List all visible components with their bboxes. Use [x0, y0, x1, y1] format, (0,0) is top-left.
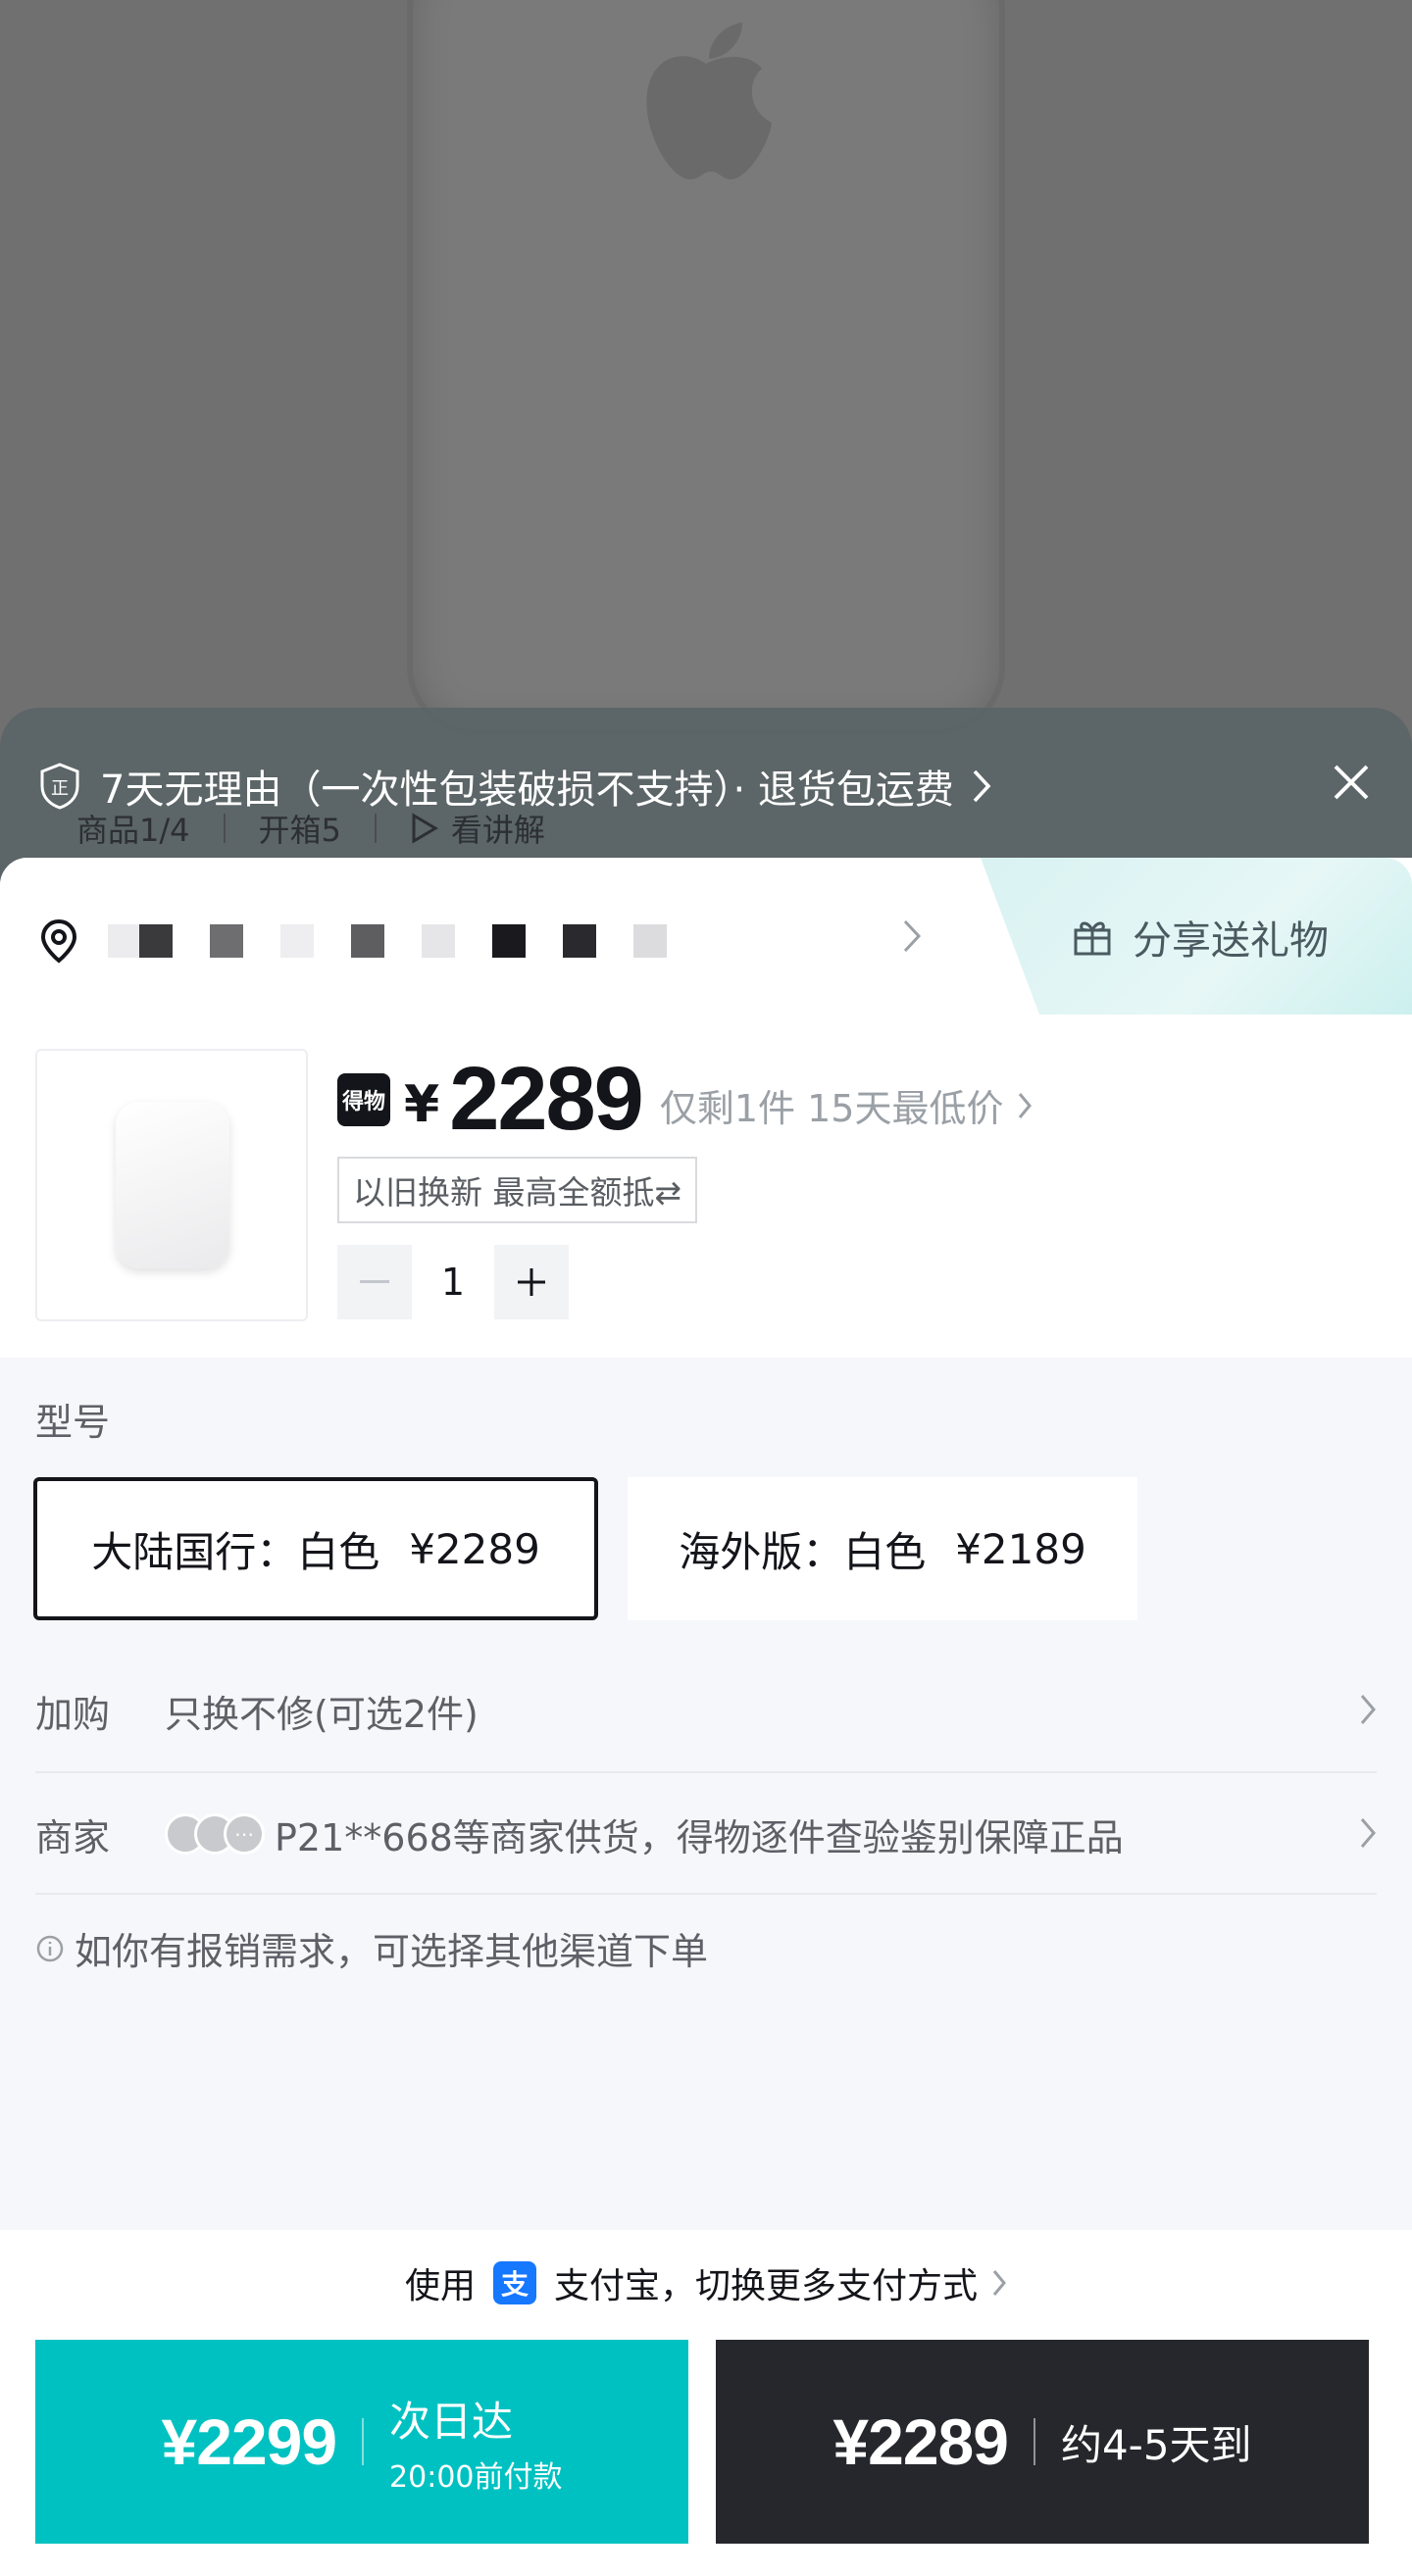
tab-unboxing[interactable]: 开箱5: [259, 806, 341, 851]
alipay-icon: 支: [493, 2261, 536, 2304]
next-day-buy-button[interactable]: ¥2299 次日达 20:00前付款: [35, 2340, 688, 2544]
fast-price: ¥2299: [161, 2405, 338, 2478]
chevron-right-icon: [992, 2270, 1006, 2296]
divider: [374, 814, 377, 843]
more-avatar: ⋯: [224, 1813, 265, 1855]
invoice-notice: 如你有报销需求，可选择其他渠道下单: [35, 1921, 708, 1975]
currency-symbol: ¥: [404, 1075, 440, 1134]
divider: [35, 1893, 1377, 1895]
svg-text:正: 正: [51, 778, 69, 799]
price-note-text: 仅剩1件 15天最低价: [659, 1087, 1004, 1130]
addon-value: 只换不修(可选2件): [165, 1692, 479, 1736]
media-tabs: 商品1/4 开箱5 看讲解: [76, 806, 579, 851]
fast-sub: 20:00前付款: [389, 2459, 563, 2495]
variant-option-mainland[interactable]: 大陆国行：白色 ¥2289: [33, 1477, 598, 1620]
merchant-value: P21**668等商家供货，得物逐件查验鉴别保障正品: [275, 1815, 1124, 1859]
tab-product[interactable]: 商品1/4: [76, 806, 190, 851]
addon-key: 加购: [35, 1692, 111, 1736]
plus-icon: [518, 1268, 545, 1296]
variant-price: ¥2189: [955, 1524, 1086, 1573]
chevron-right-icon: [1360, 1818, 1376, 1848]
variant-option-overseas[interactable]: 海外版：白色 ¥2189: [628, 1477, 1137, 1620]
divider: [223, 814, 226, 843]
lowest-price-link[interactable]: 仅剩1件 15天最低价: [660, 1078, 1034, 1132]
merchant-avatars: ⋯: [165, 1813, 265, 1855]
chevron-right-icon[interactable]: [902, 918, 922, 954]
fast-label: 次日达: [389, 2397, 514, 2446]
gift-icon: [1074, 921, 1111, 956]
standard-label: 约4-5天到: [1060, 2420, 1252, 2469]
divider: [1033, 2418, 1035, 2465]
dewu-badge: 得物: [337, 1073, 390, 1126]
checkout-footer: 使用 支 支付宝，切换更多支付方式 ¥2299 次日达 20:00前付款 ¥22…: [0, 2230, 1412, 2576]
play-icon: [412, 813, 438, 844]
shield-icon: 正: [40, 763, 79, 810]
price-row: 得物 ¥ 2289 仅剩1件 15天最低价: [337, 1054, 1033, 1144]
merchant-row[interactable]: 商家 ⋯ P21**668等商家供货，得物逐件查验鉴别保障正品: [35, 1773, 1377, 1895]
chevron-right-icon: [1360, 1695, 1376, 1724]
close-icon[interactable]: [1330, 761, 1373, 804]
payment-method-selector[interactable]: 使用 支 支付宝，切换更多支付方式: [0, 2257, 1412, 2308]
decrease-button[interactable]: [337, 1245, 412, 1319]
apple-logo-icon: [646, 23, 772, 180]
variant-section-label: 型号: [35, 1401, 111, 1444]
address-selector[interactable]: [39, 912, 704, 970]
quantity-value[interactable]: 1: [412, 1261, 494, 1304]
battery-pack-image: [116, 1102, 229, 1268]
share-gift-button[interactable]: 分享送礼物: [1072, 909, 1329, 966]
product-price: 2289: [449, 1049, 644, 1149]
chevron-right-icon: [1019, 1092, 1033, 1118]
variant-name: 海外版：白色: [679, 1527, 927, 1576]
increase-button[interactable]: [494, 1245, 569, 1319]
info-icon: [36, 1935, 64, 1961]
payment-method: 支付宝，切换更多支付方式: [554, 2266, 979, 2306]
addon-row[interactable]: 加购 只换不修(可选2件): [35, 1650, 1377, 1771]
standard-price: ¥2289: [832, 2405, 1009, 2478]
product-thumbnail[interactable]: [35, 1049, 308, 1321]
quantity-stepper: 1: [337, 1245, 569, 1319]
minus-icon: [360, 1280, 389, 1283]
variant-name: 大陆国行：白色: [91, 1527, 380, 1576]
location-pin-icon: [40, 918, 77, 964]
payment-prefix: 使用: [404, 2266, 476, 2306]
merchant-key: 商家: [35, 1815, 111, 1859]
divider: [362, 2418, 365, 2465]
standard-buy-button[interactable]: ¥2289 约4-5天到: [716, 2340, 1369, 2544]
chevron-right-icon: [973, 769, 991, 803]
gift-label: 分享送礼物: [1133, 918, 1329, 964]
notice-text: 如你有报销需求，可选择其他渠道下单: [75, 1930, 709, 1973]
redacted-address: [108, 924, 704, 958]
variant-price: ¥2289: [409, 1524, 540, 1573]
trade-in-button[interactable]: 以旧换新 最高全额抵⇄: [337, 1157, 698, 1223]
tab-explain[interactable]: 看讲解: [451, 806, 545, 851]
